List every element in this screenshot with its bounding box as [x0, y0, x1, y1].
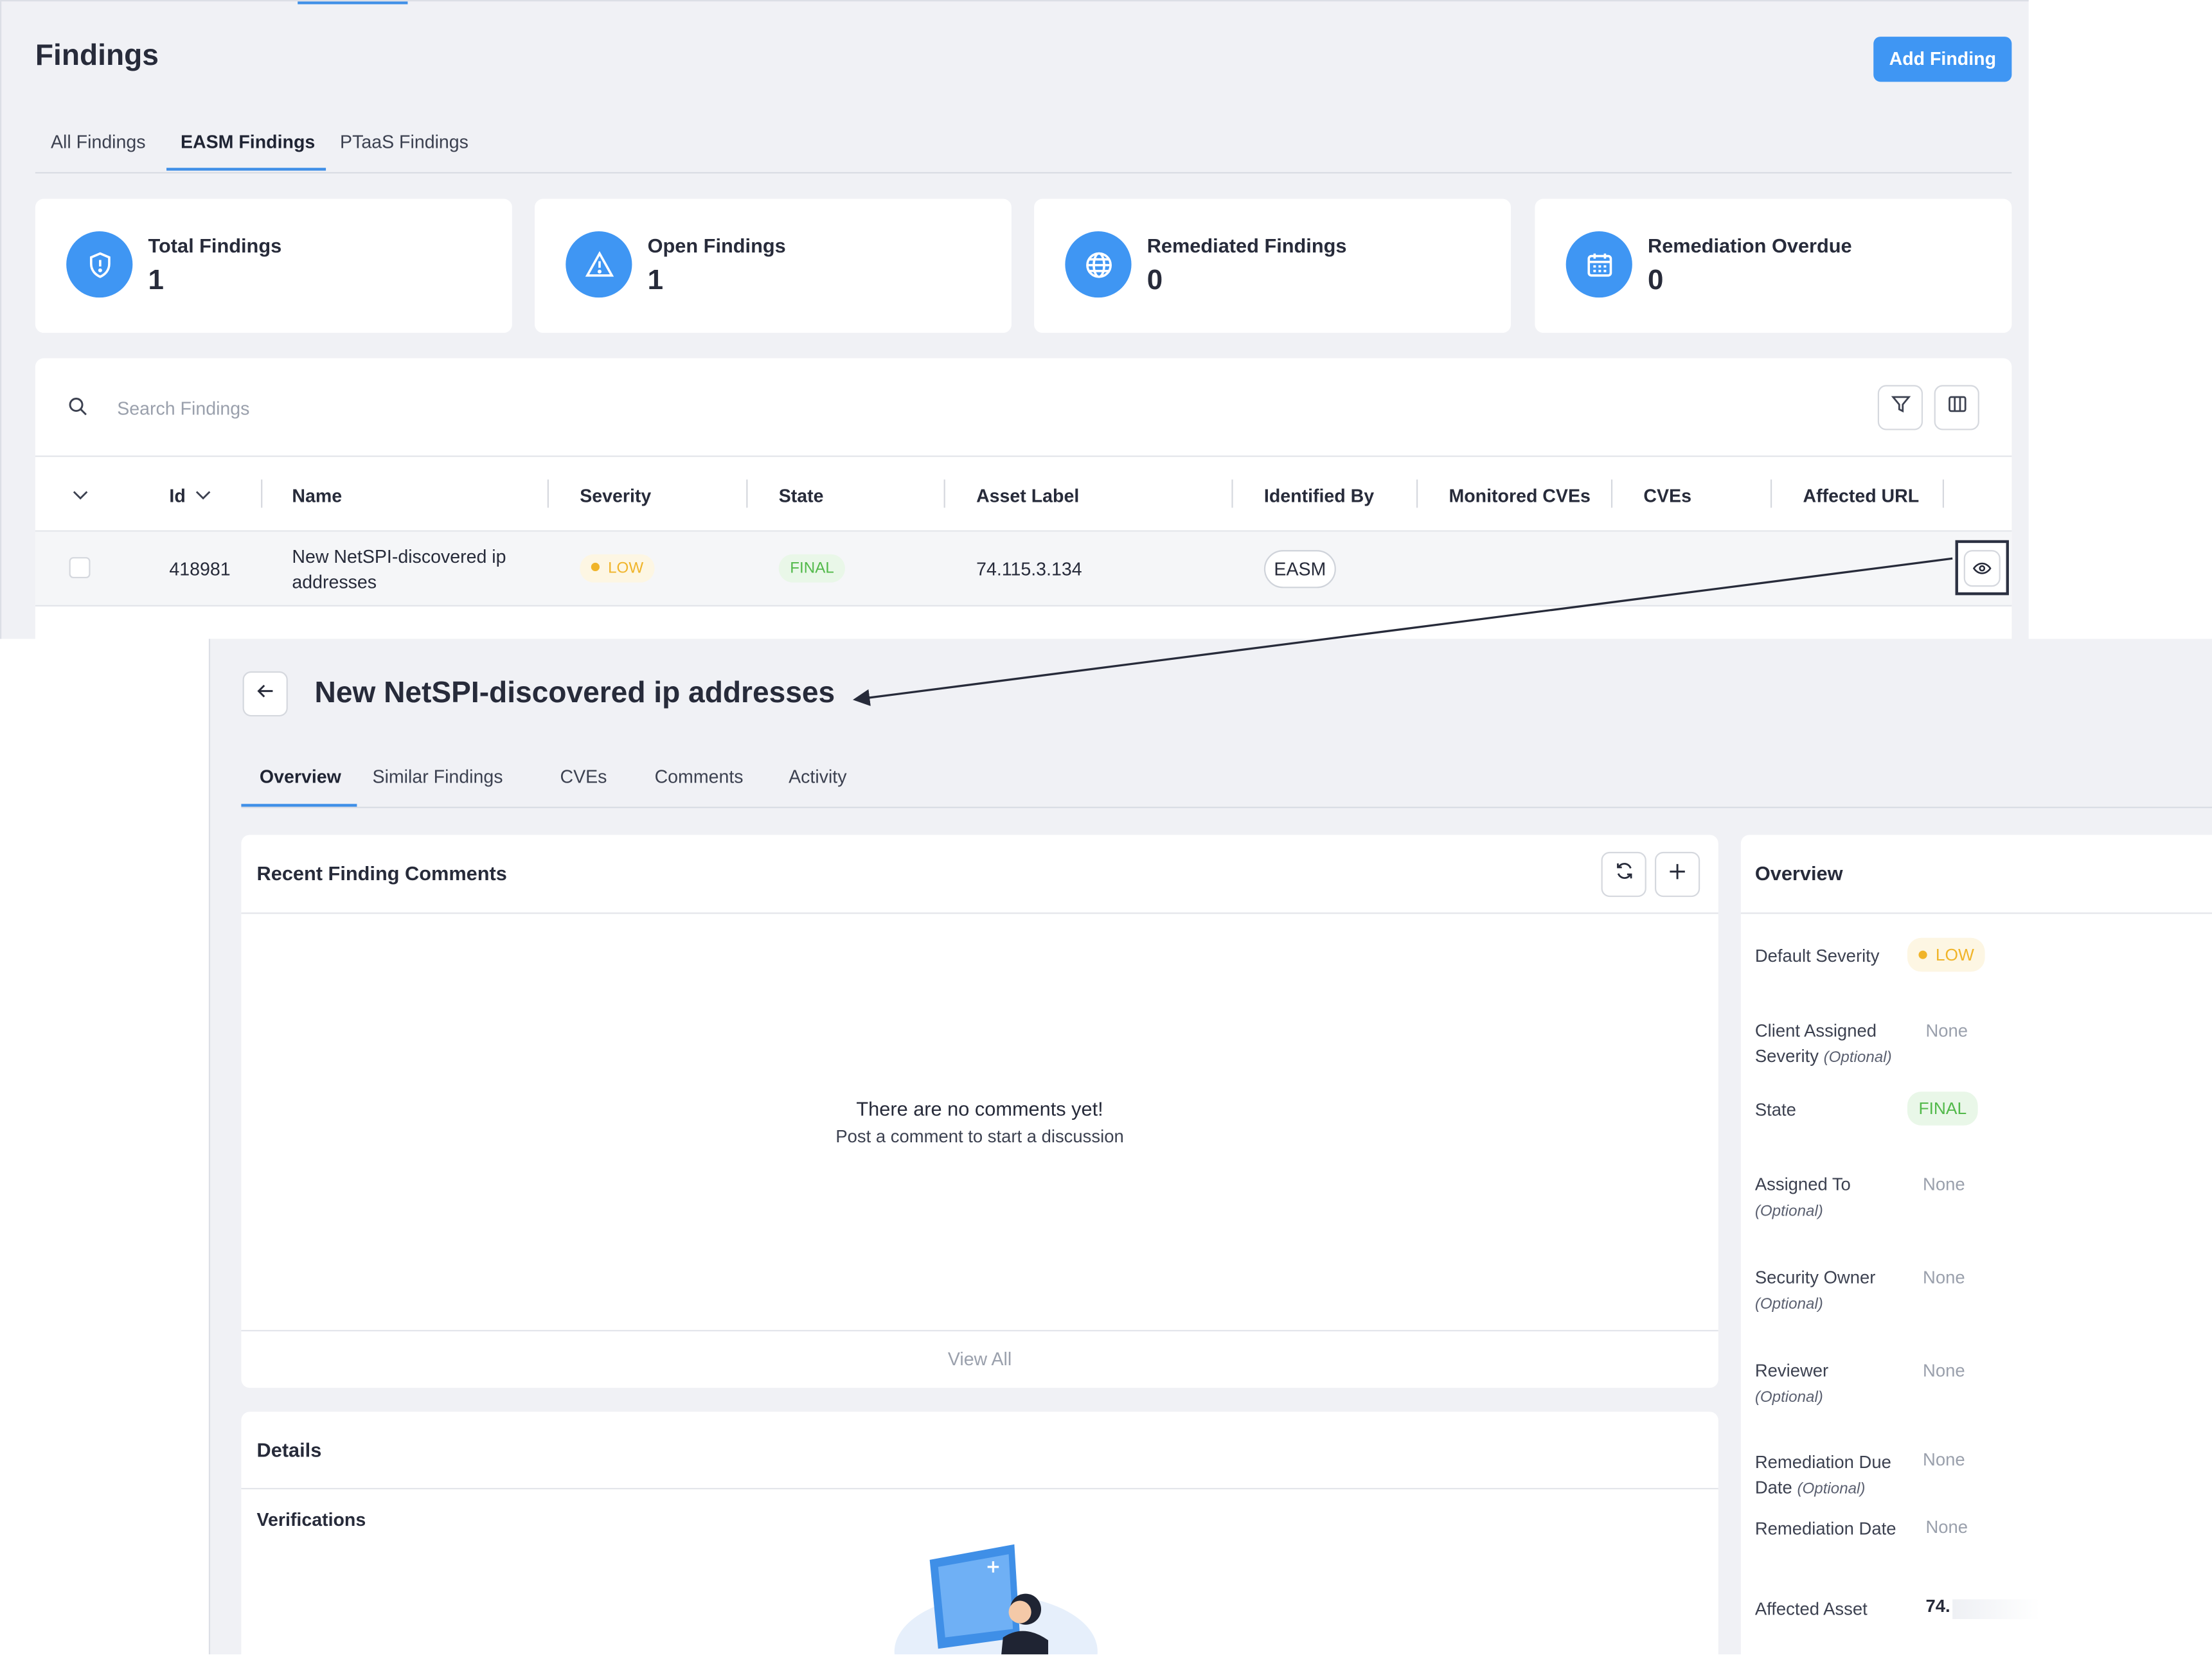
composite-screenshot: Findings Add Finding All Findings EASM F…: [0, 0, 2212, 1654]
annotation-arrow: [853, 557, 1953, 706]
